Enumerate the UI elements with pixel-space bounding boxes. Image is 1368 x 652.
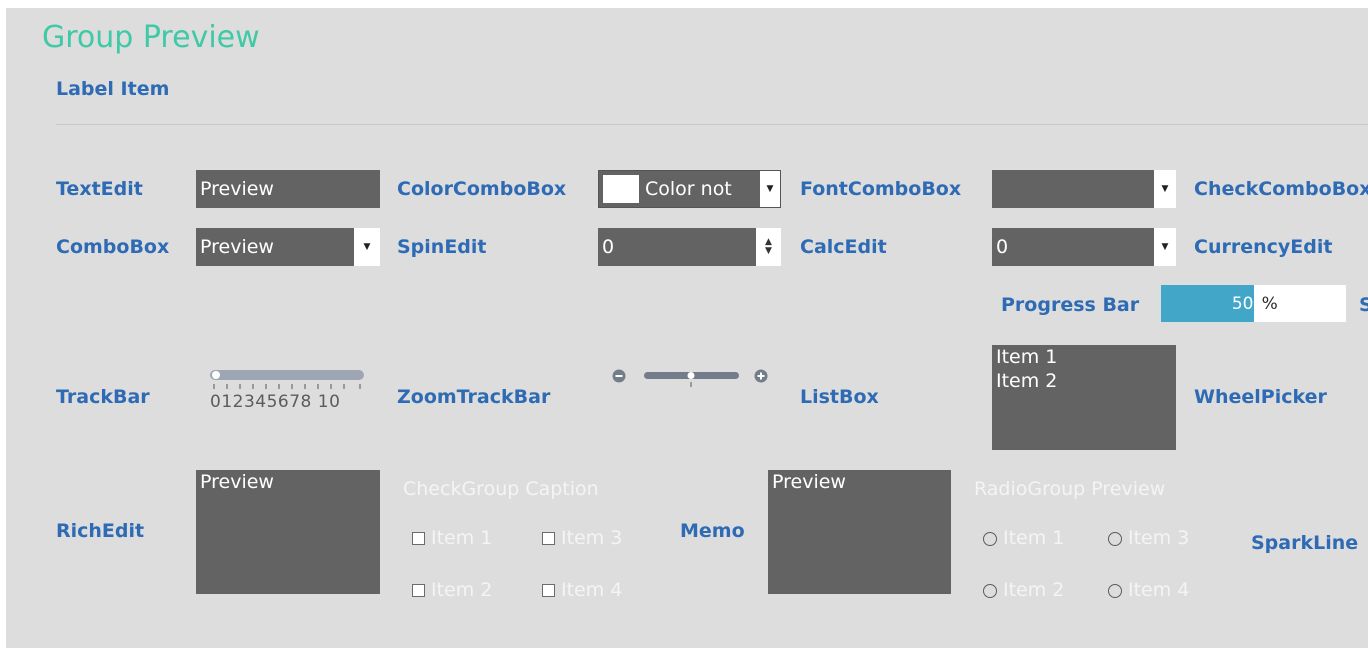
richedit-input[interactable]: Preview	[196, 470, 380, 594]
dropdown-icon[interactable]: ▼	[354, 228, 380, 266]
trackbar[interactable]: 012345678 10	[210, 368, 366, 426]
checkcombobox-label: CheckComboBox	[1194, 178, 1368, 200]
zoomtrackbar-label: ZoomTrackBar	[397, 386, 551, 408]
separator	[56, 124, 1368, 125]
color-swatch	[603, 175, 639, 203]
zoom-in-icon[interactable]	[754, 369, 768, 383]
zoom-out-icon[interactable]	[612, 369, 626, 383]
progress-unit: %	[1261, 294, 1278, 314]
trackbar-label: TrackBar	[56, 386, 150, 408]
checkbox-icon[interactable]	[542, 584, 555, 597]
spinedit-label: SpinEdit	[397, 236, 487, 258]
zoomtrackbar[interactable]	[611, 366, 771, 390]
checkgroup-caption: CheckGroup Caption	[403, 478, 599, 500]
radiogroup-caption: RadioGroup Preview	[974, 478, 1166, 500]
trackbar-thumb[interactable]	[212, 371, 220, 379]
trackbar-scale: 012345678 10	[210, 392, 341, 412]
radiogroup-item[interactable]: Item 2	[983, 579, 1064, 601]
wheelpicker-label: WheelPicker	[1194, 386, 1327, 408]
combobox-input[interactable]: Preview	[196, 228, 354, 266]
calcedit-label: CalcEdit	[800, 236, 887, 258]
group-preview-panel: Group Preview Label Item TextEdit Previe…	[6, 8, 1368, 648]
progress-value: 50	[1231, 294, 1254, 314]
group-title: Group Preview	[42, 20, 260, 55]
checkgroup-item[interactable]: Item 2	[412, 579, 492, 601]
fontcombobox-input[interactable]	[992, 170, 1154, 208]
textedit-label: TextEdit	[56, 178, 143, 200]
colorcombobox[interactable]: Color not ▼	[598, 170, 781, 208]
checkgroup-item[interactable]: Item 3	[542, 527, 622, 549]
checkgroup-item[interactable]: Item 4	[542, 579, 622, 601]
progress-bar: 50 %	[1161, 285, 1346, 322]
sparkline-label: SparkLine	[1251, 532, 1359, 554]
combobox-label: ComboBox	[56, 236, 170, 258]
checkbox-icon[interactable]	[412, 584, 425, 597]
currencyedit-label: CurrencyEdit	[1194, 236, 1333, 258]
listbox[interactable]: Item 1 Item 2	[992, 345, 1176, 450]
list-item[interactable]: Item 1	[996, 345, 1176, 369]
memo-label: Memo	[680, 520, 745, 542]
listbox-label: ListBox	[800, 386, 879, 408]
list-item[interactable]: Item 2	[996, 369, 1176, 393]
calcedit-input[interactable]: 0	[992, 228, 1154, 266]
label-item: Label Item	[56, 78, 170, 100]
radiogroup-item[interactable]: Item 1	[983, 527, 1064, 549]
richedit-label: RichEdit	[56, 520, 145, 542]
radiogroup-item[interactable]: Item 3	[1108, 527, 1189, 549]
radio-icon[interactable]	[983, 531, 997, 546]
radio-icon[interactable]	[1108, 583, 1122, 598]
zoom-thumb[interactable]	[687, 372, 695, 379]
checkbox-icon[interactable]	[412, 532, 425, 545]
radio-icon[interactable]	[983, 583, 997, 598]
trackbar-ticks	[213, 384, 361, 389]
progressbar-label: Progress Bar	[1001, 294, 1140, 316]
progress-trailing-letter: S	[1359, 294, 1368, 316]
trackbar-track	[210, 370, 364, 380]
spinedit-input[interactable]: 0	[598, 228, 756, 266]
radio-icon[interactable]	[1108, 531, 1122, 546]
dropdown-icon[interactable]: ▼	[1154, 228, 1176, 266]
radiogroup-item[interactable]: Item 4	[1108, 579, 1189, 601]
memo-input[interactable]: Preview	[768, 470, 951, 594]
textedit-input[interactable]: Preview	[196, 170, 380, 208]
checkbox-icon[interactable]	[542, 532, 555, 545]
colorcombobox-label: ColorComboBox	[397, 178, 567, 200]
fontcombobox-label: FontComboBox	[800, 178, 962, 200]
colorcombobox-value: Color not	[645, 178, 732, 200]
dropdown-icon[interactable]: ▼	[760, 171, 780, 207]
spin-buttons-icon[interactable]: ▲ ▼	[756, 228, 781, 266]
checkgroup-item[interactable]: Item 1	[412, 527, 492, 549]
dropdown-icon[interactable]: ▼	[1154, 170, 1176, 208]
